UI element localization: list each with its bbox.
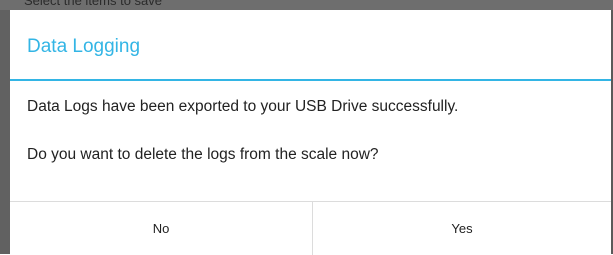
title-divider — [10, 79, 611, 81]
dialog-title: Data Logging — [27, 36, 141, 57]
background-partial-text: Select the items to save — [24, 0, 163, 8]
background-screen: Select the items to save — [0, 0, 613, 10]
yes-button[interactable]: Yes — [313, 202, 611, 255]
no-button[interactable]: No — [10, 202, 313, 255]
background-left-edge — [0, 10, 10, 254]
dialog-button-bar: No Yes — [10, 201, 611, 255]
dialog-message-delete-prompt: Do you want to delete the logs from the … — [27, 146, 379, 163]
data-logging-dialog: Data Logging Data Logs have been exporte… — [10, 10, 611, 255]
dialog-message-export: Data Logs have been exported to your USB… — [27, 98, 459, 115]
